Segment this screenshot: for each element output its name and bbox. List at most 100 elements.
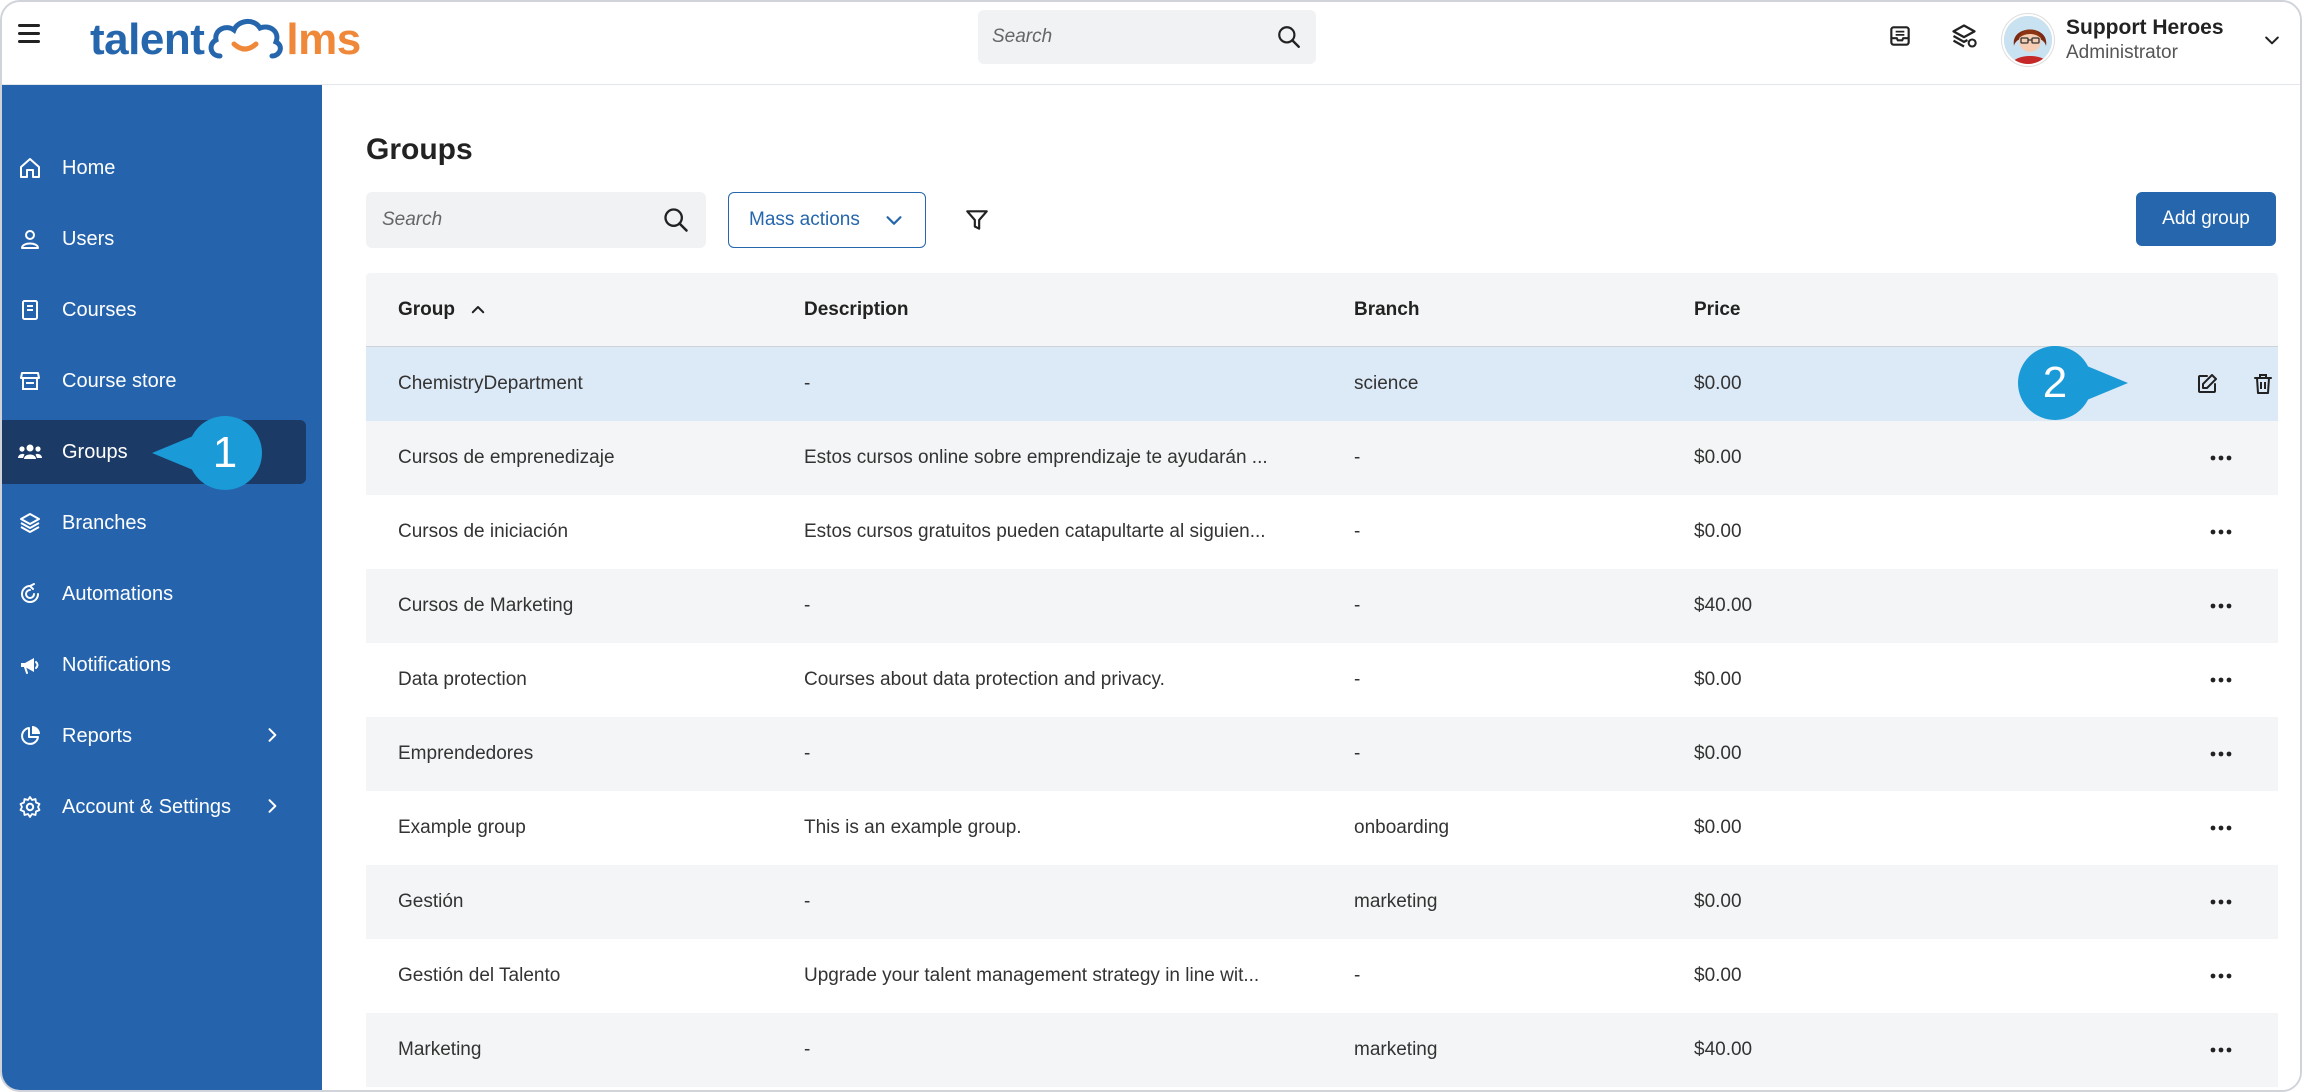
cell-price: $0.00 (1694, 669, 1742, 690)
cell-price: $0.00 (1694, 373, 1742, 394)
sidebar-item-automations[interactable]: Automations (2, 562, 306, 626)
table-row[interactable]: Cursos de emprenedizaje Estos cursos onli… (366, 421, 2278, 495)
table-row[interactable]: ChemistryDepartment - science $0.00 (366, 347, 2278, 421)
cell-description: Upgrade your talent management strategy … (804, 965, 1260, 986)
table-row[interactable]: Gestión - marketing $0.00 (366, 865, 2278, 939)
cell-group: Cursos de Marketing (398, 595, 574, 616)
cell-group: Marketing (398, 1039, 482, 1060)
home-icon (16, 154, 44, 182)
sidebar-item-branches[interactable]: Branches (2, 491, 306, 555)
global-search (978, 10, 1316, 64)
cell-price: $0.00 (1694, 891, 1742, 912)
more-options-icon[interactable] (2206, 887, 2236, 917)
more-options-icon[interactable] (2206, 517, 2236, 547)
search-icon[interactable] (1276, 24, 1302, 50)
megaphone-icon (16, 651, 44, 679)
callout-step-2: 2 (2018, 346, 2128, 420)
gear-icon (16, 793, 44, 821)
edit-icon[interactable] (2192, 369, 2222, 399)
cell-branch: - (1354, 965, 1361, 986)
cell-description: This is an example group. (804, 817, 1022, 838)
hamburger-menu-icon[interactable] (18, 24, 40, 44)
cell-price: $0.00 (1694, 743, 1742, 764)
callout-step-1: 1 (152, 416, 262, 490)
column-header-description[interactable]: Description (804, 299, 909, 321)
search-icon[interactable] (662, 206, 690, 234)
sidebar-item-notifications[interactable]: Notifications (2, 633, 306, 697)
table-row[interactable]: Data protection Courses about data protec… (366, 643, 2278, 717)
app-window: talent lms Search Support Heroes Adminis… (0, 0, 2302, 1092)
cell-group: Gestión del Talento (398, 965, 561, 986)
sidebar: Home Users Courses Course store Groups B… (2, 85, 322, 1090)
cell-description: - (804, 373, 811, 394)
add-group-button[interactable]: Add group (2136, 192, 2276, 246)
cell-branch: science (1354, 373, 1419, 394)
store-icon (16, 367, 44, 395)
sidebar-item-label: Groups (62, 440, 128, 463)
sidebar-item-users[interactable]: Users (2, 207, 306, 271)
cell-price: $40.00 (1694, 595, 1753, 616)
more-options-icon[interactable] (2206, 961, 2236, 991)
sidebar-item-label: Course store (62, 369, 177, 392)
more-options-icon[interactable] (2206, 443, 2236, 473)
table-row[interactable]: Example group This is an example group. on… (366, 791, 2278, 865)
cell-description: - (804, 891, 811, 912)
more-options-icon[interactable] (2206, 665, 2236, 695)
groups-table: Group Description Branch Price Chemistry… (366, 273, 2278, 1087)
cell-branch: - (1354, 447, 1361, 468)
cell-branch: - (1354, 743, 1361, 764)
cell-group: Gestión (398, 891, 464, 912)
cell-group: Emprendedores (398, 743, 534, 764)
sidebar-item-label: Users (62, 227, 115, 250)
cell-group: Data protection (398, 669, 527, 690)
sidebar-item-label: Home (62, 156, 116, 179)
mass-actions-dropdown[interactable]: Mass actions (728, 192, 926, 248)
cell-branch: marketing (1354, 891, 1438, 912)
groups-icon (16, 438, 44, 466)
groups-search-input[interactable] (382, 209, 662, 231)
sidebar-item-home[interactable]: Home (2, 136, 306, 200)
sidebar-item-course-store[interactable]: Course store (2, 349, 306, 413)
column-header-price[interactable]: Price (1694, 299, 1740, 321)
logo-text-lms: lms (286, 15, 361, 64)
user-menu[interactable]: Support Heroes Administrator (2002, 8, 2290, 72)
layers-icon (16, 509, 44, 537)
sidebar-item-label: Account & Settings (62, 795, 231, 818)
more-options-icon[interactable] (2206, 739, 2236, 769)
table-row[interactable]: Emprendedores - - $0.00 (366, 717, 2278, 791)
main-content: Groups Mass actions Add group Group Desc… (322, 85, 2300, 1090)
role-switch-icon[interactable] (1948, 20, 1980, 52)
table-row[interactable]: Cursos de Marketing - - $40.00 (366, 569, 2278, 643)
logo-text-talent: talent (90, 15, 205, 64)
cell-group: Cursos de emprenedizaje (398, 447, 615, 468)
more-options-icon[interactable] (2206, 813, 2236, 843)
cell-description: Estos cursos gratuitos pueden catapultar… (804, 521, 1266, 542)
table-row[interactable]: Marketing - marketing $40.00 (366, 1013, 2278, 1087)
inbox-icon[interactable] (1884, 20, 1916, 52)
talentlms-logo[interactable]: talent lms (90, 10, 361, 70)
cell-price: $0.00 (1694, 965, 1742, 986)
cell-group: ChemistryDepartment (398, 373, 583, 394)
book-icon (16, 296, 44, 324)
column-header-branch[interactable]: Branch (1354, 299, 1419, 321)
filter-icon[interactable] (960, 203, 994, 237)
table-header: Group Description Branch Price (366, 273, 2278, 347)
sidebar-item-label: Branches (62, 511, 147, 534)
table-row[interactable]: Gestión del Talento Upgrade your talent m… (366, 939, 2278, 1013)
more-options-icon[interactable] (2206, 591, 2236, 621)
table-row[interactable]: Cursos de iniciación Estos cursos gratuit… (366, 495, 2278, 569)
top-bar: talent lms Search Support Heroes Adminis… (2, 2, 2300, 85)
column-header-group[interactable]: Group (398, 299, 487, 321)
sidebar-item-label: Courses (62, 298, 137, 321)
sidebar-item-account-settings[interactable]: Account & Settings (2, 775, 306, 839)
cell-branch: - (1354, 521, 1361, 542)
sidebar-item-label: Reports (62, 724, 133, 747)
cell-group: Example group (398, 817, 526, 838)
trash-icon[interactable] (2248, 369, 2278, 399)
sidebar-item-courses[interactable]: Courses (2, 278, 306, 342)
cell-description: - (804, 743, 811, 764)
cell-price: $0.00 (1694, 817, 1742, 838)
global-search-input[interactable] (992, 26, 1276, 48)
more-options-icon[interactable] (2206, 1035, 2236, 1065)
sidebar-item-reports[interactable]: Reports (2, 704, 306, 768)
